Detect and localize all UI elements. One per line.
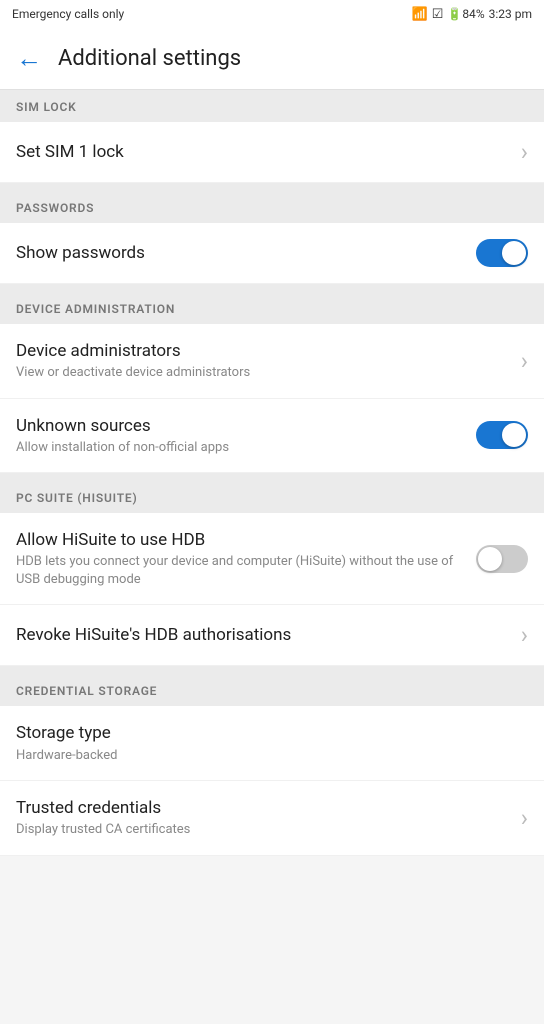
settings-item-device-administrators[interactable]: Device administrators View or deactivate … xyxy=(0,324,544,399)
item-text-unknown-sources: Unknown sources Allow installation of non… xyxy=(16,415,464,457)
item-label-unknown-sources: Unknown sources xyxy=(16,415,464,437)
item-right-set-sim-lock: › xyxy=(521,138,528,166)
item-label-storage-type: Storage type xyxy=(16,722,516,744)
chevron-icon-revoke-hisuite: › xyxy=(521,621,528,649)
status-bar-right: 📶 ☑ 🔋84% 3:23 pm xyxy=(412,7,532,22)
item-right-device-administrators: › xyxy=(521,347,528,375)
app-bar: ← Additional settings xyxy=(0,28,544,90)
battery-indicator: 🔋84% xyxy=(447,7,484,21)
item-sublabel-storage-type: Hardware-backed xyxy=(16,747,516,765)
section-divider-sim-lock xyxy=(0,183,544,191)
clock: 3:23 pm xyxy=(489,7,532,21)
section-header-credential-storage: CREDENTIAL STORAGE xyxy=(0,674,544,706)
section-header-pc-suite: PC SUITE (HISUITE) xyxy=(0,481,544,513)
item-label-set-sim-lock: Set SIM 1 lock xyxy=(16,141,509,163)
item-sublabel-allow-hisuite-hdb: HDB lets you connect your device and com… xyxy=(16,553,464,588)
wifi-icon: 📶 xyxy=(412,7,428,22)
settings-item-unknown-sources[interactable]: Unknown sources Allow installation of non… xyxy=(0,399,544,474)
item-right-revoke-hisuite: › xyxy=(521,621,528,649)
item-right-trusted-credentials: › xyxy=(521,804,528,832)
item-sublabel-trusted-credentials: Display trusted CA certificates xyxy=(16,821,509,839)
settings-item-show-passwords[interactable]: Show passwords xyxy=(0,223,544,284)
back-button[interactable]: ← xyxy=(16,43,42,74)
settings-item-set-sim-lock[interactable]: Set SIM 1 lock › xyxy=(0,122,544,183)
section-header-device-admin: DEVICE ADMINISTRATION xyxy=(0,292,544,324)
toggle-show-passwords[interactable] xyxy=(476,239,528,267)
section-divider-device-admin xyxy=(0,473,544,481)
item-text-set-sim-lock: Set SIM 1 lock xyxy=(16,141,509,163)
item-sublabel-device-administrators: View or deactivate device administrators xyxy=(16,364,509,382)
item-text-trusted-credentials: Trusted credentials Display trusted CA ce… xyxy=(16,797,509,839)
item-text-revoke-hisuite: Revoke HiSuite's HDB authorisations xyxy=(16,624,509,646)
item-label-show-passwords: Show passwords xyxy=(16,242,464,264)
section-header-passwords: PASSWORDS xyxy=(0,191,544,223)
toggle-knob-show-passwords xyxy=(502,241,526,265)
settings-item-revoke-hisuite[interactable]: Revoke HiSuite's HDB authorisations › xyxy=(0,605,544,666)
item-text-storage-type: Storage type Hardware-backed xyxy=(16,722,516,764)
item-label-trusted-credentials: Trusted credentials xyxy=(16,797,509,819)
item-label-revoke-hisuite: Revoke HiSuite's HDB authorisations xyxy=(16,624,509,646)
section-divider-passwords xyxy=(0,284,544,292)
chevron-icon-set-sim-lock: › xyxy=(521,138,528,166)
item-right-unknown-sources xyxy=(476,421,528,449)
signal-icon: ☑ xyxy=(432,7,444,22)
status-emergency-text: Emergency calls only xyxy=(12,7,124,21)
status-bar: Emergency calls only 📶 ☑ 🔋84% 3:23 pm xyxy=(0,0,544,28)
settings-item-storage-type: Storage type Hardware-backed xyxy=(0,706,544,781)
back-icon: ← xyxy=(16,43,42,74)
settings-item-trusted-credentials[interactable]: Trusted credentials Display trusted CA ce… xyxy=(0,781,544,856)
toggle-allow-hisuite-hdb[interactable] xyxy=(476,545,528,573)
settings-content: SIM LOCK Set SIM 1 lock › PASSWORDS Show pas… xyxy=(0,90,544,856)
toggle-knob-allow-hisuite-hdb xyxy=(478,547,502,571)
section-header-sim-lock: SIM LOCK xyxy=(0,90,544,122)
settings-item-allow-hisuite-hdb[interactable]: Allow HiSuite to use HDBHDB lets you con… xyxy=(0,513,544,605)
toggle-knob-unknown-sources xyxy=(502,423,526,447)
item-text-allow-hisuite-hdb: Allow HiSuite to use HDBHDB lets you con… xyxy=(16,529,464,588)
item-text-device-administrators: Device administrators View or deactivate … xyxy=(16,340,509,382)
item-label-allow-hisuite-hdb: Allow HiSuite to use HDB xyxy=(16,529,464,551)
item-sublabel-unknown-sources: Allow installation of non-official apps xyxy=(16,439,464,457)
item-right-show-passwords xyxy=(476,239,528,267)
chevron-icon-device-administrators: › xyxy=(521,347,528,375)
page-title: Additional settings xyxy=(58,46,241,71)
item-right-allow-hisuite-hdb xyxy=(476,545,528,573)
toggle-unknown-sources[interactable] xyxy=(476,421,528,449)
item-text-show-passwords: Show passwords xyxy=(16,242,464,264)
item-label-device-administrators: Device administrators xyxy=(16,340,509,362)
chevron-icon-trusted-credentials: › xyxy=(521,804,528,832)
section-divider-pc-suite xyxy=(0,666,544,674)
